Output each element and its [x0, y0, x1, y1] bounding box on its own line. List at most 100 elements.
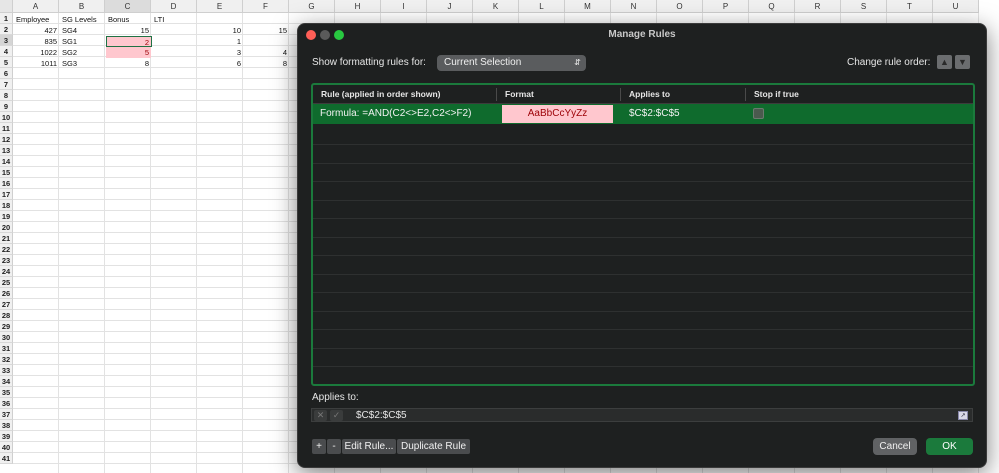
row-header-23[interactable]: 23: [0, 255, 13, 266]
cancel-edit-icon[interactable]: ✕: [314, 410, 327, 421]
cell-e4[interactable]: 3: [198, 47, 243, 58]
row-header-22[interactable]: 22: [0, 244, 13, 255]
row-header-25[interactable]: 25: [0, 277, 13, 288]
row-header-28[interactable]: 28: [0, 310, 13, 321]
cell-b1[interactable]: SG Levels: [60, 14, 105, 25]
row-header-39[interactable]: 39: [0, 431, 13, 442]
column-header-b[interactable]: B: [59, 0, 105, 13]
row-header-16[interactable]: 16: [0, 178, 13, 189]
cancel-button[interactable]: Cancel: [873, 438, 917, 455]
column-header-s[interactable]: S: [841, 0, 887, 13]
cell-f5[interactable]: 8: [244, 58, 289, 69]
row-header-11[interactable]: 11: [0, 123, 13, 134]
column-header-u[interactable]: U: [933, 0, 979, 13]
row-header-14[interactable]: 14: [0, 156, 13, 167]
select-all-corner[interactable]: [0, 0, 13, 13]
row-header-40[interactable]: 40: [0, 442, 13, 453]
row-header-35[interactable]: 35: [0, 387, 13, 398]
column-header-p[interactable]: P: [703, 0, 749, 13]
column-header-h[interactable]: H: [335, 0, 381, 13]
column-header-i[interactable]: I: [381, 0, 427, 13]
cell-c5[interactable]: 8: [106, 58, 151, 69]
column-header-l[interactable]: L: [519, 0, 565, 13]
column-header-f[interactable]: F: [243, 0, 289, 13]
close-window-icon[interactable]: [306, 30, 316, 40]
remove-rule-button[interactable]: -: [327, 439, 341, 454]
row-header-2[interactable]: 2: [0, 24, 13, 35]
cell-b3[interactable]: SG1: [60, 36, 105, 47]
row-header-7[interactable]: 7: [0, 79, 13, 90]
row-header-21[interactable]: 21: [0, 233, 13, 244]
row-header-9[interactable]: 9: [0, 101, 13, 112]
row-header-41[interactable]: 41: [0, 453, 13, 464]
column-header-n[interactable]: N: [611, 0, 657, 13]
row-header-5[interactable]: 5: [0, 57, 13, 68]
column-header-c[interactable]: C: [105, 0, 151, 13]
cell-f2[interactable]: 15: [244, 25, 289, 36]
collapse-dialog-icon[interactable]: ↗: [958, 411, 968, 420]
duplicate-rule-button[interactable]: Duplicate Rule: [397, 439, 470, 454]
edit-rule-button[interactable]: Edit Rule...: [342, 439, 396, 454]
row-header-19[interactable]: 19: [0, 211, 13, 222]
rules-table[interactable]: Rule (applied in order shown) Format App…: [311, 83, 975, 386]
row-header-34[interactable]: 34: [0, 376, 13, 387]
cell-b5[interactable]: SG3: [60, 58, 105, 69]
row-header-18[interactable]: 18: [0, 200, 13, 211]
row-header-24[interactable]: 24: [0, 266, 13, 277]
cell-f4[interactable]: 4: [244, 47, 289, 58]
column-header-g[interactable]: G: [289, 0, 335, 13]
cell-b4[interactable]: SG2: [60, 47, 105, 58]
column-header-d[interactable]: D: [151, 0, 197, 13]
scope-dropdown[interactable]: Current Selection ⇵: [437, 55, 586, 71]
row-header-15[interactable]: 15: [0, 167, 13, 178]
row-header-36[interactable]: 36: [0, 398, 13, 409]
cell-c1[interactable]: Bonus: [106, 14, 151, 25]
column-header-m[interactable]: M: [565, 0, 611, 13]
row-header-6[interactable]: 6: [0, 68, 13, 79]
applies-to-field[interactable]: ✕ ✓ $C$2:$C$5 ↗: [311, 408, 973, 422]
row-header-38[interactable]: 38: [0, 420, 13, 431]
row-header-37[interactable]: 37: [0, 409, 13, 420]
row-header-10[interactable]: 10: [0, 112, 13, 123]
row-header-8[interactable]: 8: [0, 90, 13, 101]
row-header-33[interactable]: 33: [0, 365, 13, 376]
applies-to-input-value[interactable]: $C$2:$C$5: [356, 409, 407, 423]
row-header-1[interactable]: 1: [0, 13, 13, 24]
cell-e5[interactable]: 6: [198, 58, 243, 69]
row-header-12[interactable]: 12: [0, 134, 13, 145]
cell-a5[interactable]: 1011: [14, 58, 59, 69]
column-header-a[interactable]: A: [13, 0, 59, 13]
row-header-29[interactable]: 29: [0, 321, 13, 332]
row-header-32[interactable]: 32: [0, 354, 13, 365]
cell-c2[interactable]: 15: [106, 25, 151, 36]
cell-e3[interactable]: 1: [198, 36, 243, 47]
minimize-window-icon[interactable]: [320, 30, 330, 40]
cell-e2[interactable]: 10: [198, 25, 243, 36]
row-header-27[interactable]: 27: [0, 299, 13, 310]
cell-b2[interactable]: SG4: [60, 25, 105, 36]
stop-if-true-checkbox[interactable]: [753, 108, 764, 119]
cell-a4[interactable]: 1022: [14, 47, 59, 58]
row-header-30[interactable]: 30: [0, 332, 13, 343]
confirm-edit-icon[interactable]: ✓: [330, 410, 343, 421]
add-rule-button[interactable]: +: [312, 439, 326, 454]
row-header-13[interactable]: 13: [0, 145, 13, 156]
column-header-e[interactable]: E: [197, 0, 243, 13]
cell-c4[interactable]: 5: [106, 47, 151, 58]
cell-a1[interactable]: Employee: [14, 14, 59, 25]
row-header-3[interactable]: 3: [0, 35, 13, 46]
move-rule-up-button[interactable]: ▲: [937, 55, 952, 69]
zoom-window-icon[interactable]: [334, 30, 344, 40]
cell-d1[interactable]: LTI: [152, 14, 197, 25]
column-header-t[interactable]: T: [887, 0, 933, 13]
move-rule-down-button[interactable]: ▼: [955, 55, 970, 69]
column-header-r[interactable]: R: [795, 0, 841, 13]
column-header-o[interactable]: O: [657, 0, 703, 13]
cell-c3-active[interactable]: 2: [106, 36, 152, 47]
cell-a3[interactable]: 835: [14, 36, 59, 47]
row-header-31[interactable]: 31: [0, 343, 13, 354]
row-header-26[interactable]: 26: [0, 288, 13, 299]
column-header-q[interactable]: Q: [749, 0, 795, 13]
row-header-17[interactable]: 17: [0, 189, 13, 200]
ok-button[interactable]: OK: [926, 438, 973, 455]
